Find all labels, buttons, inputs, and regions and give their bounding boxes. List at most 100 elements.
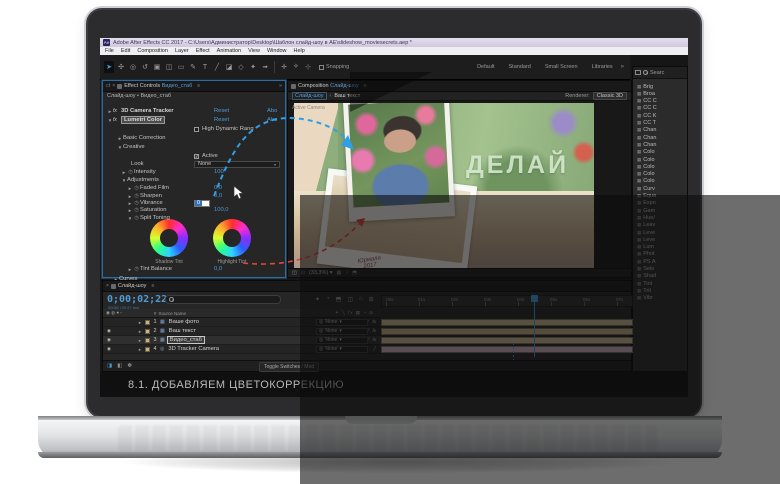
effect-item-8[interactable]: ▦Chan xyxy=(637,141,687,148)
layer-name[interactable]: 3D Tracker Camera xyxy=(166,346,221,352)
menu-window[interactable]: Window xyxy=(267,48,287,54)
pen-tool[interactable]: ✎ xyxy=(188,61,198,73)
twirl-icon[interactable]: ► xyxy=(138,347,143,352)
ec-row-tint-balance[interactable]: ►◷Tint Balance0,0 xyxy=(127,265,309,273)
zoom-tool[interactable]: ◎ xyxy=(128,61,138,73)
menu-composition[interactable]: Composition xyxy=(137,48,168,54)
effect-item-2[interactable]: ▦CC C xyxy=(637,98,687,105)
ec-row-saturation[interactable]: ►◷Saturation100,0 xyxy=(127,206,309,214)
eraser-tool[interactable]: ◇ xyxy=(236,61,246,73)
menu-edit[interactable]: Edit xyxy=(121,48,130,54)
breadcrumb-comp[interactable]: Слайд-шоу xyxy=(292,92,327,100)
effect-item-1[interactable]: ▦Broa xyxy=(637,90,687,97)
property-value[interactable]: 0,0 xyxy=(214,266,222,272)
twirl-icon[interactable]: ► xyxy=(138,338,143,343)
menu-effect[interactable]: Effect xyxy=(196,48,210,54)
stopwatch-icon[interactable]: ◷ xyxy=(133,207,140,213)
visibility-eye-icon[interactable]: ◉ xyxy=(106,346,112,352)
tab-timeline-comp[interactable]: Слайд-шоу xyxy=(118,283,147,289)
stopwatch-icon[interactable]: ◷ xyxy=(127,169,134,175)
expand-layer-switches-icon[interactable]: ◨ xyxy=(107,363,112,369)
search-input[interactable]: Searc xyxy=(650,70,664,76)
shape-tool[interactable]: ▭ xyxy=(176,61,186,73)
ec-row-faded-film[interactable]: ►◷Faded Film0,0 xyxy=(127,184,309,192)
layer-name[interactable]: Ваше фото xyxy=(167,319,201,325)
ec-row-look[interactable]: LookNone▾ xyxy=(131,160,313,168)
property-value[interactable]: 100,0 xyxy=(214,207,229,213)
axis-tool-2[interactable]: ⊹ xyxy=(303,61,313,73)
hand-tool[interactable]: ✣ xyxy=(116,61,126,73)
stamp-tool[interactable]: ◪ xyxy=(224,61,234,73)
ec-row-adjustments[interactable]: ▼Adjustments xyxy=(121,176,303,184)
about-link[interactable]: Abo xyxy=(267,117,284,123)
layer-color-swatch[interactable] xyxy=(145,338,150,343)
layer-name[interactable]: Ваш текст xyxy=(167,328,198,334)
workspace-libraries[interactable]: Libraries xyxy=(592,64,613,70)
effect-item-11[interactable]: ▦Colo xyxy=(637,163,687,170)
current-timecode[interactable]: 0;00;02;22 xyxy=(107,294,167,305)
about-link[interactable]: Abo xyxy=(267,108,284,114)
ec-row-creative[interactable]: ▼Creative xyxy=(117,143,299,151)
renderer-control[interactable]: Renderer: Classic 3D xyxy=(565,92,627,100)
effect-item-9[interactable]: ▦Colo xyxy=(637,149,687,156)
workspace-standard[interactable]: Standard xyxy=(509,64,531,70)
stopwatch-icon[interactable]: ◷ xyxy=(133,185,140,191)
stopwatch-icon[interactable]: ◷ xyxy=(133,266,140,272)
effect-item-4[interactable]: ▦CC K xyxy=(637,112,687,119)
reset-link[interactable]: Reset xyxy=(214,108,229,114)
pan-behind-tool[interactable]: ◫ xyxy=(164,61,174,73)
menu-view[interactable]: View xyxy=(248,48,260,54)
look-dropdown[interactable]: None▾ xyxy=(194,161,280,168)
camera-tool[interactable]: ▣ xyxy=(152,61,162,73)
effect-item-7[interactable]: ▦Chan xyxy=(637,134,687,141)
effect-item-6[interactable]: ▦Chan xyxy=(637,127,687,134)
expand-transfer-controls-icon[interactable]: ◧ xyxy=(117,363,122,369)
rotobrush-tool[interactable]: ✦ xyxy=(248,61,258,73)
effect-item-12[interactable]: ▦Colo xyxy=(637,171,687,178)
shadow-tint-color-wheel[interactable] xyxy=(150,219,188,257)
checkbox-high-dynamic-rang[interactable] xyxy=(194,127,199,132)
visibility-eye-icon[interactable]: ◉ xyxy=(106,328,112,334)
rotation-tool[interactable]: ↺ xyxy=(140,61,150,73)
property-value[interactable]: 100 xyxy=(214,169,224,175)
workspace-overflow-chevron[interactable]: » xyxy=(621,64,626,70)
menu-animation[interactable]: Animation xyxy=(217,48,241,54)
snapshot-icon[interactable]: ◫ xyxy=(292,270,297,276)
effect-item-3[interactable]: ▦CC C xyxy=(637,105,687,112)
expand-inout-icon[interactable]: ✽ xyxy=(127,363,132,369)
twirl-icon[interactable]: ► xyxy=(138,320,143,325)
timeline-search-field[interactable] xyxy=(165,295,281,304)
effect-item-5[interactable]: ▦CC T xyxy=(637,120,687,127)
workspace-default[interactable]: Default xyxy=(477,64,494,70)
effect-item-10[interactable]: ▦Colo xyxy=(637,156,687,163)
axis-tool-0[interactable]: ✛ xyxy=(279,61,289,73)
ec-row-3d-camera-tracker[interactable]: ►fx3D Camera TrackerResetAbo xyxy=(107,107,289,115)
selection-tool[interactable]: ➤ xyxy=(104,61,114,73)
workspace-small-screen[interactable]: Small Screen xyxy=(545,64,578,70)
reset-link[interactable]: Reset xyxy=(214,117,229,123)
layer-color-swatch[interactable] xyxy=(145,329,150,334)
twirl-icon[interactable]: ► xyxy=(138,329,143,334)
tab-composition[interactable]: Composition Слайд-шоу xyxy=(298,83,359,89)
visibility-eye-icon[interactable]: ◉ xyxy=(106,337,112,343)
layer-color-swatch[interactable] xyxy=(145,320,150,325)
puppet-tool[interactable]: ➟ xyxy=(260,61,270,73)
property-value[interactable]: 0,0 xyxy=(214,185,222,191)
checkbox-active[interactable]: ✓ xyxy=(194,154,199,159)
renderer-value-button[interactable]: Classic 3D xyxy=(593,92,627,100)
menu-file[interactable]: File xyxy=(105,48,114,54)
snapping-toggle[interactable]: Snapping xyxy=(319,64,349,70)
menu-layer[interactable]: Layer xyxy=(175,48,189,54)
highlight-tint-color-wheel[interactable] xyxy=(213,219,251,257)
axis-tool-1[interactable]: ⟡ xyxy=(291,61,301,73)
ec-row-split-toning[interactable]: ▼◷Split Toning xyxy=(127,214,309,222)
effect-item-0[interactable]: ▦Brig xyxy=(637,83,687,90)
ec-row-intensity[interactable]: ►◷Intensity100 xyxy=(121,168,303,176)
brush-tool[interactable]: ╱ xyxy=(212,61,222,73)
effects-presets-search[interactable]: Searc xyxy=(633,67,687,79)
snapping-checkbox[interactable] xyxy=(319,65,324,70)
close-icon[interactable]: × xyxy=(106,283,109,289)
ec-row-lumetri-color[interactable]: ▼fxLumetri ColorResetAbo xyxy=(107,116,289,124)
panel-menu-icon[interactable]: ≡ xyxy=(151,283,154,289)
layer-color-swatch[interactable] xyxy=(145,347,150,352)
